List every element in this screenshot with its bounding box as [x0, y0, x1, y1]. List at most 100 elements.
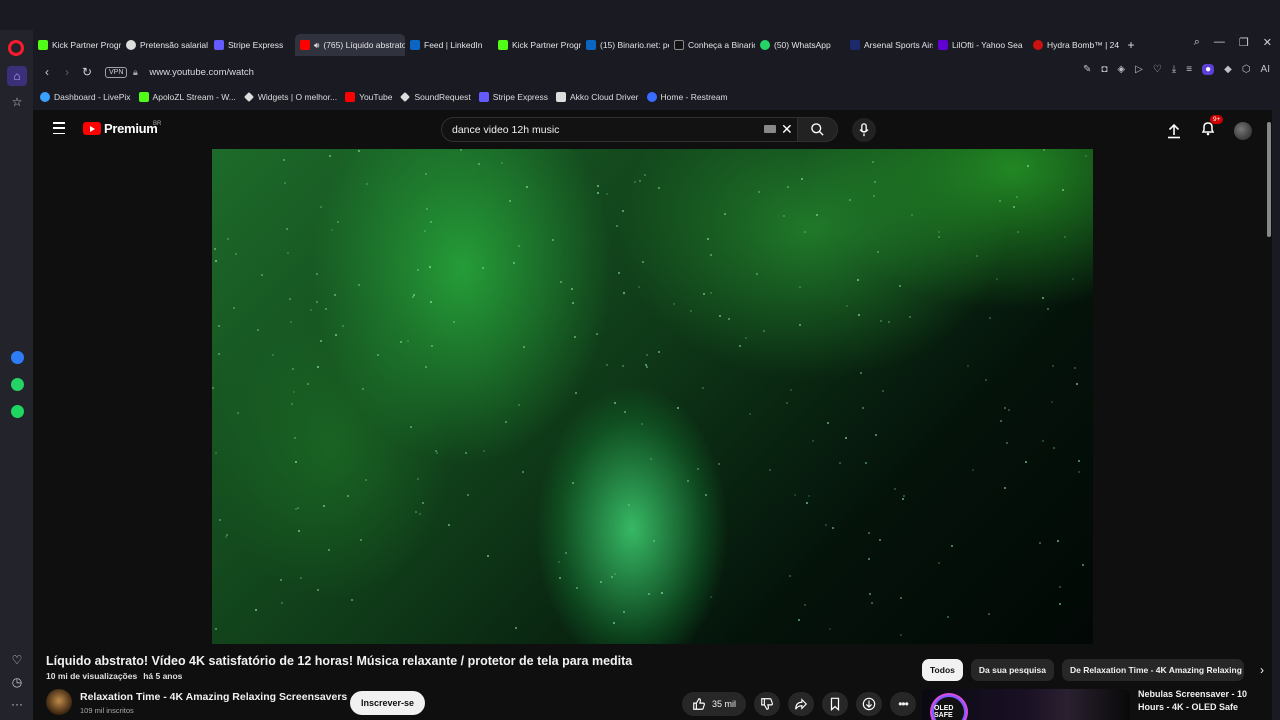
opera-logo[interactable] — [8, 40, 24, 56]
like-button[interactable]: 35 mil — [682, 692, 746, 716]
particle — [661, 592, 663, 594]
particle — [832, 527, 834, 529]
edit-icon[interactable]: ✎ — [1083, 64, 1091, 75]
tab[interactable]: (15) Binario.net: pe — [581, 34, 669, 56]
camera-icon[interactable]: ◘ — [1101, 64, 1107, 75]
whatsapp-icon[interactable] — [7, 374, 27, 394]
bookmark[interactable]: Widgets | O melhor... — [243, 92, 337, 102]
youtube-play-icon — [83, 122, 101, 135]
maximize-icon[interactable]: ❐ — [1239, 36, 1249, 49]
clear-search-icon[interactable]: ✕ — [781, 121, 793, 138]
profile-icon[interactable]: ● — [1202, 64, 1215, 75]
menu-icon[interactable]: ≡ — [1186, 64, 1192, 75]
tab[interactable]: Feed | LinkedIn — [405, 34, 493, 56]
messenger-icon[interactable] — [7, 347, 27, 367]
heart-icon[interactable]: ♡ — [1153, 64, 1162, 75]
tab-active[interactable]: 🔊︎ (765) Líquido abstrato — [295, 34, 405, 56]
save-button[interactable] — [822, 692, 848, 716]
particle — [400, 341, 402, 343]
vpn-badge[interactable]: VPN — [105, 66, 128, 78]
keyboard-icon[interactable] — [764, 125, 776, 133]
tab[interactable]: LilOfti - Yahoo Sea — [933, 34, 1028, 56]
chip-all[interactable]: Todos — [922, 659, 963, 681]
bookmark[interactable]: YouTube — [345, 92, 392, 102]
star-icon[interactable]: ☆ — [7, 92, 27, 112]
tab-bar: Kick Partner Progra Pretensão salarial S… — [33, 33, 1280, 57]
youtube-logo[interactable]: Premium — [83, 121, 158, 136]
lock-icon[interactable]: 🔒︎ — [133, 67, 138, 78]
particle — [320, 340, 322, 342]
account-avatar[interactable] — [1234, 121, 1252, 140]
new-tab-button[interactable]: + — [1120, 34, 1142, 56]
chip-from-search[interactable]: Da sua pesquisa — [970, 659, 1054, 681]
recommendation-title[interactable]: Nebulas Screensaver - 10 Hours - 4K - OL… — [1138, 688, 1263, 714]
tab[interactable]: Kick Partner Progra — [493, 34, 581, 56]
voice-search-button[interactable] — [852, 118, 876, 142]
close-icon[interactable]: ✕ — [1263, 36, 1272, 49]
tab[interactable]: (50) WhatsApp — [755, 34, 845, 56]
download-icon[interactable]: ⤓ — [1172, 64, 1176, 75]
tab[interactable]: Pretensão salarial S — [121, 34, 209, 56]
download-button[interactable] — [856, 692, 882, 716]
bookmark[interactable]: ApoloZL Stream - W... — [138, 92, 236, 102]
channel-name[interactable]: Relaxation Time - 4K Amazing Relaxing Sc… — [80, 691, 347, 703]
tab[interactable]: Hydra Bomb™ | 24 — [1028, 34, 1120, 56]
tab[interactable]: Arsenal Sports Airs — [845, 34, 933, 56]
particle — [1078, 471, 1080, 473]
particle — [634, 181, 636, 183]
search-button[interactable] — [798, 117, 838, 142]
particle — [215, 260, 217, 262]
particle — [1064, 236, 1066, 238]
forward-icon[interactable]: › — [57, 65, 77, 79]
bookmark[interactable]: Dashboard - LivePix — [40, 92, 131, 102]
reload-icon[interactable]: ↻ — [77, 65, 97, 79]
bookmark[interactable]: Home - Restream — [646, 92, 728, 102]
particle — [874, 181, 876, 183]
back-icon[interactable]: ‹ — [37, 65, 57, 79]
shield-icon[interactable]: ◈ — [1117, 64, 1125, 75]
bookmark[interactable]: Stripe Express — [478, 92, 548, 102]
particle — [871, 602, 873, 604]
cube-icon[interactable]: ⬡ — [1242, 64, 1251, 75]
url-field[interactable]: www.youtube.com/watch — [149, 67, 254, 78]
more-actions-button[interactable]: ••• — [890, 692, 916, 716]
extension-icon[interactable]: ◆ — [1224, 64, 1232, 75]
chevron-right-icon[interactable]: › — [1260, 663, 1264, 677]
tab[interactable]: Kick Partner Progra — [33, 34, 121, 56]
particle — [219, 519, 221, 521]
tab-favicon-icon — [674, 40, 684, 50]
subscribe-button[interactable]: Inscrever-se — [350, 691, 426, 715]
particle — [478, 163, 480, 165]
notifications-button[interactable]: 9+ — [1200, 115, 1224, 141]
ai-button[interactable]: AI — [1261, 64, 1270, 75]
particle — [316, 301, 318, 303]
scrollbar-thumb[interactable] — [1267, 122, 1271, 237]
particle — [827, 422, 829, 424]
search-input[interactable]: dance video 12h music ✕ — [441, 117, 798, 142]
video-player[interactable] — [212, 149, 1093, 644]
bookmark[interactable]: SoundRequest — [400, 92, 471, 102]
bookmark-favicon-icon — [138, 92, 149, 102]
spotify-icon[interactable] — [7, 401, 27, 421]
particle — [425, 173, 427, 175]
search-tabs-icon[interactable]: ⌕ — [1194, 36, 1200, 49]
page-scrollbar[interactable] — [1266, 110, 1272, 720]
speaker-icon[interactable]: 🔊︎ — [314, 40, 319, 51]
minimize-icon[interactable]: — — [1214, 36, 1225, 49]
home-icon[interactable]: ⌂ — [7, 66, 27, 86]
recommendation-thumbnail[interactable]: OLED SAFE — [922, 689, 1130, 720]
dislike-button[interactable] — [754, 692, 780, 716]
share-button[interactable] — [788, 692, 814, 716]
particle — [227, 238, 229, 240]
chip-from-channel[interactable]: De Relaxation Time - 4K Amazing Relaxing… — [1061, 659, 1244, 681]
heart-icon[interactable]: ♡ — [7, 650, 27, 670]
more-icon[interactable]: ··· — [7, 694, 27, 714]
history-icon[interactable]: ◷ — [7, 672, 27, 692]
bookmark[interactable]: Akko Cloud Driver — [556, 92, 639, 102]
upload-icon[interactable] — [1166, 123, 1182, 139]
tab[interactable]: Conheça a Binario. — [669, 34, 755, 56]
hamburger-menu-icon[interactable] — [53, 122, 65, 134]
tab[interactable]: Stripe Express — [209, 34, 295, 56]
play-icon[interactable]: ▷ — [1135, 64, 1143, 75]
channel-avatar[interactable] — [46, 689, 72, 715]
